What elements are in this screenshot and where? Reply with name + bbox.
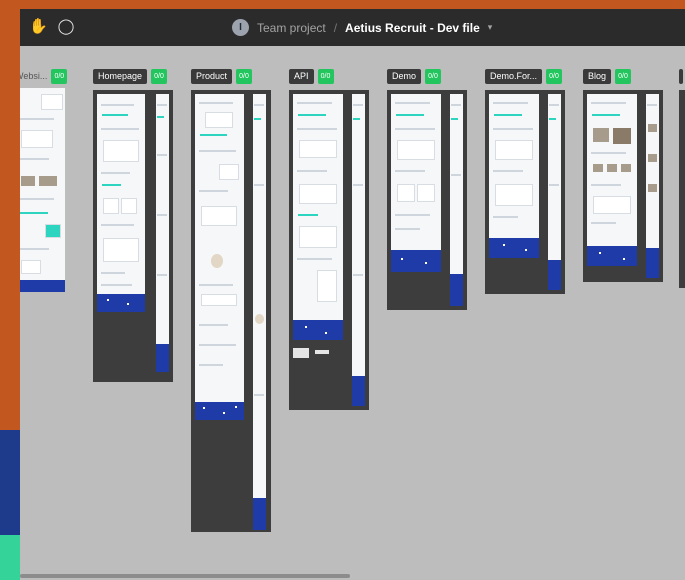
left-edge-blue-block xyxy=(0,430,20,535)
board-status-badge: 0/0 xyxy=(51,68,68,84)
board-label: Demo.For... xyxy=(485,68,543,84)
board-status-badge: 0/0 xyxy=(546,68,563,84)
design-canvas[interactable]: Websi... 0/0 Homepage 0/0 xyxy=(20,46,685,580)
board-status-badge: 0/0 xyxy=(317,68,334,84)
page-preview xyxy=(391,94,441,272)
team-project-link[interactable]: Team project xyxy=(257,21,326,35)
board-frame xyxy=(191,90,271,532)
page-preview xyxy=(195,94,244,420)
page-preview xyxy=(587,94,637,266)
board-label: Product xyxy=(191,68,233,84)
page-preview xyxy=(293,94,343,340)
board-frame xyxy=(387,90,467,310)
board-label: Demo xyxy=(387,68,422,84)
left-edge-strip xyxy=(0,0,20,580)
horizontal-scrollbar[interactable] xyxy=(20,574,350,578)
mobile-page-preview xyxy=(253,94,266,530)
mobile-page-preview xyxy=(450,94,463,306)
board-label xyxy=(679,68,683,84)
image-thumbnail xyxy=(293,348,309,358)
breadcrumb-separator: / xyxy=(333,20,338,35)
board-label: Homepage xyxy=(93,68,148,84)
mobile-page-preview xyxy=(352,94,365,406)
left-edge-teal-block xyxy=(0,535,20,580)
chevron-down-icon[interactable]: ▾ xyxy=(488,22,493,33)
mobile-page-preview xyxy=(548,94,561,290)
image-thumbnail xyxy=(315,350,329,354)
board-status-badge: 0/0 xyxy=(615,68,632,84)
breadcrumb: I Team project / Aetius Recruit - Dev fi… xyxy=(232,9,492,46)
top-toolbar: ✋ ◯ I Team project / Aetius Recruit - De… xyxy=(20,9,685,46)
mobile-page-preview xyxy=(646,94,659,278)
avatar[interactable]: I xyxy=(232,19,249,36)
board-frame xyxy=(289,90,369,410)
page-preview xyxy=(489,94,539,258)
board-frame xyxy=(679,90,685,288)
hand-icon[interactable]: ✋ xyxy=(29,18,48,36)
board-label: Websi... xyxy=(20,70,48,81)
mobile-page-preview xyxy=(156,94,169,372)
comment-icon[interactable]: ◯ xyxy=(57,18,75,36)
board-label: API xyxy=(289,68,314,84)
board-status-badge: 0/0 xyxy=(425,68,442,84)
board-status-badge: 0/0 xyxy=(236,68,253,84)
board-frame xyxy=(485,90,565,294)
board-label: Blog xyxy=(583,68,612,84)
board-frame xyxy=(583,90,663,282)
file-name[interactable]: Aetius Recruit - Dev file xyxy=(345,21,480,35)
board-status-badge: 0/0 xyxy=(151,68,168,84)
page-preview xyxy=(20,88,65,292)
page-preview xyxy=(97,94,145,312)
board-frame xyxy=(93,90,173,382)
